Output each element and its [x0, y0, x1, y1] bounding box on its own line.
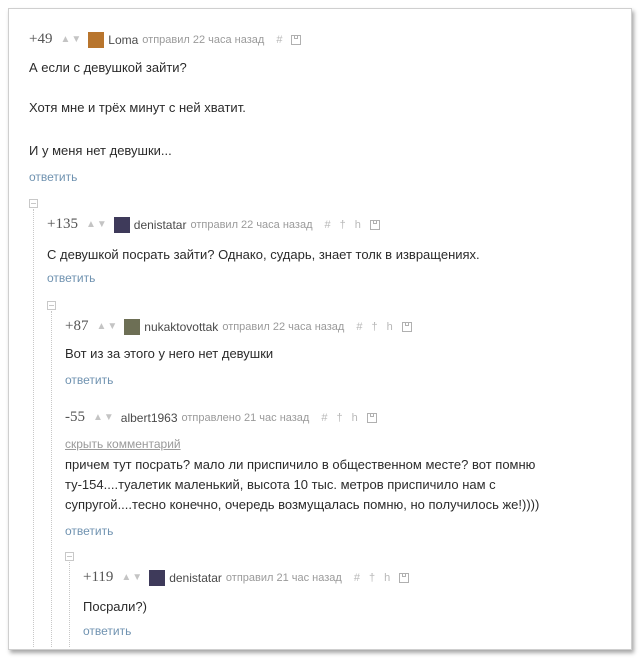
comment-text-line: И у меня нет девушки... — [29, 143, 172, 158]
timestamp: отправил 22 часа назад — [142, 33, 265, 46]
branch-icon[interactable]: h — [387, 321, 393, 333]
parent-arrow-icon[interactable]: † — [369, 572, 375, 584]
comment-text-line: Вот из за этого у него нет девушки — [65, 346, 274, 361]
comment-meta: +87 ▲▼ nukaktovottak отправил 22 часа на… — [65, 318, 412, 335]
timestamp: отправил 22 часа назад — [222, 320, 345, 333]
comment-meta: +135 ▲▼ denistatar отправил 22 часа наза… — [47, 216, 380, 233]
author-link[interactable]: denistatar — [169, 571, 222, 585]
save-icon[interactable] — [291, 34, 302, 45]
comment-text-line: ту-154....туалетик маленький, высота 10 … — [65, 477, 496, 492]
vote-arrows-icon[interactable]: ▲▼ — [93, 412, 115, 423]
timestamp: отправлено 21 час назад — [181, 411, 310, 424]
save-icon[interactable] — [401, 321, 412, 332]
hash-link-icon[interactable]: # — [325, 219, 331, 231]
hide-comment-link[interactable]: скрыть комментарий — [65, 437, 181, 451]
parent-arrow-icon[interactable]: † — [336, 412, 342, 424]
comment-meta: +49 ▲▼ Loma отправил 22 часа назад # — [29, 31, 302, 48]
comment-meta: +119 ▲▼ denistatar отправил 21 час назад… — [83, 569, 410, 586]
comment-text-line: А если с девушкой зайти? — [29, 60, 187, 75]
comment-rating: +135 — [47, 216, 78, 232]
comment-rating: +87 — [65, 318, 89, 334]
collapse-toggle-icon[interactable] — [47, 301, 56, 310]
hash-link-icon[interactable]: # — [356, 321, 362, 333]
vote-arrows-icon[interactable]: ▲▼ — [60, 34, 82, 45]
comment-rating: +49 — [29, 31, 53, 47]
reply-link[interactable]: ответить — [65, 373, 113, 387]
save-icon[interactable] — [399, 572, 410, 583]
comment-rating: +119 — [83, 569, 114, 585]
author-link[interactable]: denistatar — [134, 218, 187, 232]
save-icon[interactable] — [366, 412, 377, 423]
timestamp: отправил 22 часа назад — [190, 218, 313, 231]
vote-arrows-icon[interactable]: ▲▼ — [86, 219, 108, 230]
reply-link[interactable]: ответить — [65, 524, 113, 538]
avatar[interactable] — [149, 569, 166, 586]
hash-link-icon[interactable]: # — [321, 412, 327, 424]
hash-link-icon[interactable]: # — [276, 34, 282, 46]
comment-meta: -55 ▲▼ albert1963 отправлено 21 час наза… — [65, 409, 377, 426]
comments-panel: +49 ▲▼ Loma отправил 22 часа назад # А е… — [8, 8, 632, 650]
author-link[interactable]: Loma — [108, 33, 138, 47]
reply-link[interactable]: ответить — [83, 624, 131, 638]
parent-arrow-icon[interactable]: † — [371, 321, 377, 333]
author-link[interactable]: albert1963 — [121, 411, 178, 425]
comment-text-line: Посрали?) — [83, 599, 147, 614]
avatar[interactable] — [124, 318, 141, 335]
reply-link[interactable]: ответить — [47, 271, 95, 285]
collapse-toggle-icon[interactable] — [65, 552, 74, 561]
collapse-toggle-icon[interactable] — [29, 199, 38, 208]
comment-rating: -55 — [65, 409, 85, 425]
thread-line — [51, 311, 52, 647]
hash-link-icon[interactable]: # — [354, 572, 360, 584]
parent-arrow-icon[interactable]: † — [340, 219, 346, 231]
comment-text-line: Хотя мне и трёх минут с ней хватит. — [29, 100, 246, 115]
thread-line — [69, 562, 70, 647]
vote-arrows-icon[interactable]: ▲▼ — [96, 321, 118, 332]
branch-icon[interactable]: h — [384, 572, 390, 584]
comment-text-line: супругой....тесно конечно, очередь возму… — [65, 497, 540, 512]
comment-text-line: причем тут посрать? мало ли приспичило в… — [65, 457, 536, 472]
avatar[interactable] — [88, 31, 105, 48]
comment-text-line: С девушкой посрать зайти? Однако, сударь… — [47, 247, 480, 262]
reply-link[interactable]: ответить — [29, 170, 77, 184]
vote-arrows-icon[interactable]: ▲▼ — [121, 572, 143, 583]
branch-icon[interactable]: h — [352, 412, 358, 424]
thread-line — [33, 209, 34, 647]
author-link[interactable]: nukaktovottak — [144, 320, 218, 334]
avatar[interactable] — [113, 216, 130, 233]
timestamp: отправил 21 час назад — [225, 571, 342, 584]
branch-icon[interactable]: h — [355, 219, 361, 231]
save-icon[interactable] — [369, 219, 380, 230]
